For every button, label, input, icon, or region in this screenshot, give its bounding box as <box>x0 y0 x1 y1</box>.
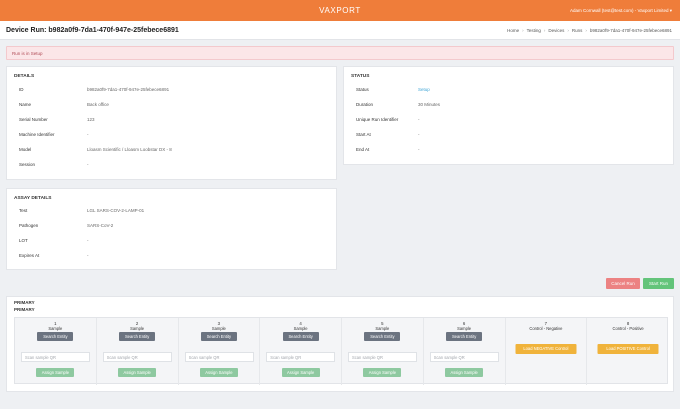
search-entity-button[interactable]: Search Entity <box>119 332 156 341</box>
primary-heading: PRIMARY <box>14 300 35 305</box>
assign-sample-button[interactable]: Assign Sample <box>445 368 484 377</box>
primary-subheading: PRIMARY <box>14 307 35 312</box>
search-entity-button[interactable]: Search Entity <box>364 332 401 341</box>
sample-slot-1: 1 Sample Search Entity Assign Sample <box>15 318 97 385</box>
user-menu[interactable]: Adam Cornwall (test@test.com) - Vaxport … <box>570 8 672 14</box>
details-panel: DETAILS ID b982a0f9-7da1-470f-947e-25feb… <box>6 66 337 180</box>
search-entity-button[interactable]: Search Entity <box>200 332 237 341</box>
sample-slot-4: 4 Sample Search Entity Assign Sample <box>260 318 342 385</box>
breadcrumb-testing[interactable]: Testing <box>527 28 541 33</box>
sample-slot-grid: 1 Sample Search Entity Assign Sample 2 S… <box>14 317 669 385</box>
breadcrumb-separator: › <box>543 28 546 33</box>
breadcrumb-home[interactable]: Home <box>507 28 519 33</box>
breadcrumb-separator: › <box>522 28 524 33</box>
assign-sample-button[interactable]: Assign Sample <box>36 368 75 377</box>
scan-sample-input[interactable] <box>184 352 254 362</box>
breadcrumb-current: b982a0f9-7da1-470f-947e-25febece6891 <box>589 28 672 33</box>
scan-sample-input[interactable] <box>21 352 90 362</box>
assay-details-panel: ASSAY DETAILS Test LGL SARS-COV-2-LAMP-0… <box>6 188 337 270</box>
scan-sample-input[interactable] <box>266 352 336 362</box>
start-run-button[interactable]: Start Run <box>643 278 674 289</box>
page-title: Device Run: b982a0f9-7da1-470f-947e-25fe… <box>6 27 179 34</box>
scan-sample-input[interactable] <box>102 352 172 362</box>
breadcrumb-separator: › <box>585 28 587 33</box>
top-bar: VAXPORT Adam Cornwall (test@test.com) - … <box>0 0 680 21</box>
sample-slot-6: 6 Sample Search Entity Assign Sample <box>424 318 506 385</box>
assay-details-title: ASSAY DETAILS <box>14 196 52 201</box>
sample-slot-5: 5 Sample Search Entity Assign Sample <box>342 318 424 385</box>
cancel-run-button[interactable]: Cancel Run <box>606 278 640 289</box>
breadcrumb: Home › Testing › Devices › Runs › b982a0… <box>507 28 672 33</box>
status-title: STATUS <box>351 74 370 79</box>
load-positive-control-button[interactable]: Load POSITIVE Control <box>597 344 659 354</box>
scan-sample-input[interactable] <box>348 352 417 362</box>
breadcrumb-devices[interactable]: Devices <box>548 28 564 33</box>
search-entity-button[interactable]: Search Entity <box>446 332 483 341</box>
status-value-link[interactable]: Setup <box>418 87 430 92</box>
assign-sample-button[interactable]: Assign Sample <box>281 368 320 377</box>
run-status-alert: Run is in Setup <box>6 46 674 60</box>
load-negative-control-button[interactable]: Load NEGATIVE Control <box>515 344 577 354</box>
scan-sample-input[interactable] <box>429 352 499 362</box>
primary-panel: PRIMARY PRIMARY 1 Sample Search Entity A… <box>6 296 674 392</box>
control-slot-positive: 8 Control - Positive Load POSITIVE Contr… <box>587 318 669 385</box>
sub-header: Device Run: b982a0f9-7da1-470f-947e-25fe… <box>0 21 680 40</box>
sample-slot-3: 3 Sample Search Entity Assign Sample <box>179 318 261 385</box>
search-entity-button[interactable]: Search Entity <box>282 332 319 341</box>
breadcrumb-runs[interactable]: Runs <box>572 28 583 33</box>
sample-slot-2: 2 Sample Search Entity Assign Sample <box>97 318 179 385</box>
search-entity-button[interactable]: Search Entity <box>37 332 74 341</box>
control-slot-negative: 7 Control - Negative Load NEGATIVE Contr… <box>506 318 588 385</box>
details-title: DETAILS <box>14 74 35 79</box>
breadcrumb-separator: › <box>567 28 569 33</box>
assign-sample-button[interactable]: Assign Sample <box>118 368 157 377</box>
status-panel: STATUS Status Setup Duration 30 Minutes … <box>343 66 674 165</box>
assign-sample-button[interactable]: Assign Sample <box>363 368 402 377</box>
assign-sample-button[interactable]: Assign Sample <box>199 368 238 377</box>
